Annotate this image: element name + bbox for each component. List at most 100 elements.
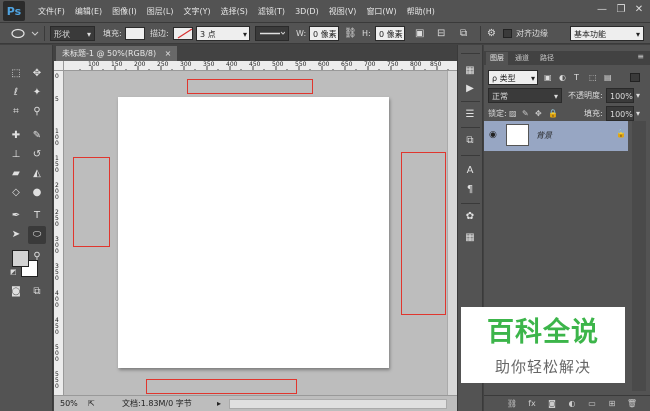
link-icon[interactable]: ⛓ bbox=[344, 26, 357, 41]
horizontal-scrollbar[interactable] bbox=[229, 399, 447, 409]
width-field[interactable]: 0 像素 bbox=[309, 26, 339, 41]
screen-mode-icon[interactable]: ⧉ bbox=[28, 283, 46, 301]
layer-style-icon[interactable]: fx bbox=[526, 398, 538, 410]
menu-help[interactable]: 帮助(H) bbox=[402, 6, 440, 17]
document-tab[interactable]: 未标题-1 @ 50%(RGB/8) × bbox=[56, 46, 178, 61]
type-tool-icon[interactable]: T bbox=[28, 207, 46, 225]
new-group-icon[interactable]: ▭ bbox=[586, 398, 598, 410]
menu-filter[interactable]: 滤镜(T) bbox=[253, 6, 290, 17]
fill-field[interactable]: 100% bbox=[606, 106, 634, 121]
blur-tool-icon[interactable]: ◇ bbox=[7, 184, 25, 202]
clone-stamp-tool-icon[interactable]: ⊥ bbox=[7, 146, 25, 164]
ellipse-tool-icon[interactable]: ⬭ bbox=[28, 226, 46, 244]
crop-tool-icon[interactable]: ⌗ bbox=[7, 103, 25, 121]
history-brush-tool-icon[interactable]: ↺ bbox=[28, 146, 46, 164]
status-menu-arrow-icon[interactable]: ▸ bbox=[217, 398, 221, 410]
tool-mode-select[interactable]: 形状 ▾ bbox=[50, 26, 95, 41]
vertical-ruler[interactable]: 0 5 1 0 0 1 5 0 2 0 0 2 5 0 3 0 0 3 5 0 … bbox=[54, 71, 64, 395]
align-edges-checkbox[interactable] bbox=[503, 29, 512, 38]
eye-icon[interactable]: ◉ bbox=[489, 130, 497, 140]
close-tab-icon[interactable]: × bbox=[165, 49, 172, 58]
delete-layer-icon[interactable]: 🗑 bbox=[626, 398, 638, 410]
lasso-tool-icon[interactable]: ℓ bbox=[7, 84, 25, 102]
restore-button[interactable]: ❐ bbox=[614, 3, 628, 17]
chevron-down-icon[interactable]: ▾ bbox=[636, 88, 640, 103]
stroke-type-select[interactable] bbox=[255, 26, 289, 41]
foreground-color-swatch[interactable] bbox=[12, 250, 29, 267]
new-layer-icon[interactable]: ⊞ bbox=[606, 398, 618, 410]
menu-window[interactable]: 窗口(W) bbox=[361, 6, 401, 17]
link-layers-icon[interactable]: ⛓ bbox=[506, 398, 518, 410]
pen-tool-icon[interactable]: ✒ bbox=[7, 207, 25, 225]
tab-layers[interactable]: 图层 bbox=[486, 52, 508, 65]
paragraph-panel-icon[interactable]: ¶ bbox=[462, 182, 478, 198]
layer-filter-kind-select[interactable]: ρ 类型 ▾ bbox=[488, 70, 538, 85]
quick-mask-icon[interactable]: ◙ bbox=[7, 283, 25, 301]
adjustment-layer-icon[interactable]: ◐ bbox=[566, 398, 578, 410]
filter-adjustment-icon[interactable]: ◐ bbox=[559, 70, 566, 85]
path-arrangement-icon[interactable]: ⧉ bbox=[460, 26, 467, 41]
dodge-tool-icon[interactable]: ● bbox=[28, 184, 46, 202]
chevron-down-icon[interactable]: ▾ bbox=[636, 106, 640, 121]
blend-mode-select[interactable]: 正常 ▾ bbox=[488, 88, 562, 103]
lock-position-icon[interactable]: ✥ bbox=[535, 106, 542, 121]
history-panel-icon[interactable]: ▦ bbox=[462, 63, 478, 79]
height-field[interactable]: 0 像素 bbox=[375, 26, 405, 41]
menu-view[interactable]: 视图(V) bbox=[324, 6, 362, 17]
paint-bucket-tool-icon[interactable]: ◭ bbox=[28, 165, 46, 183]
stroke-width-field[interactable]: 3 点 ▾ bbox=[196, 26, 250, 41]
clone-source-panel-icon[interactable]: ⧉ bbox=[462, 133, 478, 149]
vertical-scrollbar[interactable] bbox=[447, 71, 457, 395]
lock-transparent-icon[interactable]: ▨ bbox=[509, 106, 517, 121]
document-info: 文档:1.83M/0 字节 bbox=[122, 399, 192, 408]
stroke-swatch[interactable] bbox=[173, 27, 193, 40]
filter-shape-icon[interactable]: ⬚ bbox=[589, 70, 597, 85]
lock-image-icon[interactable]: ✎ bbox=[522, 106, 529, 121]
horizontal-ruler[interactable]: 100 150 200 250 300 350 400 450 500 550 … bbox=[64, 61, 457, 71]
menu-3d[interactable]: 3D(D) bbox=[290, 7, 324, 16]
filter-toggle[interactable] bbox=[630, 73, 640, 82]
document-canvas[interactable] bbox=[118, 97, 389, 368]
eraser-tool-icon[interactable]: ▰ bbox=[7, 165, 25, 183]
marquee-tool-icon[interactable]: ⬚ bbox=[7, 65, 25, 83]
share-icon[interactable]: ⇱ bbox=[88, 398, 95, 410]
grid-panel-icon[interactable]: ▦ bbox=[462, 230, 478, 246]
path-selection-tool-icon[interactable]: ➤ bbox=[7, 226, 25, 244]
filter-pixel-icon[interactable]: ▣ bbox=[544, 70, 552, 85]
lock-all-icon[interactable]: 🔒 bbox=[548, 106, 558, 121]
menu-layer[interactable]: 图层(L) bbox=[142, 6, 179, 17]
ruler-origin[interactable] bbox=[54, 61, 64, 71]
fill-swatch[interactable] bbox=[125, 27, 145, 40]
move-tool-icon[interactable]: ✥ bbox=[28, 65, 46, 83]
healing-brush-tool-icon[interactable]: ✚ bbox=[7, 127, 25, 145]
brush-tool-icon[interactable]: ✎ bbox=[28, 127, 46, 145]
add-mask-icon[interactable]: ◙ bbox=[546, 398, 558, 410]
minimize-button[interactable]: — bbox=[595, 3, 609, 17]
path-alignment-icon[interactable]: ⊟ bbox=[437, 26, 445, 41]
tool-preset-picker[interactable] bbox=[6, 26, 40, 41]
menu-edit[interactable]: 编辑(E) bbox=[70, 6, 107, 17]
path-operations-icon[interactable]: ▣ bbox=[415, 26, 424, 41]
swatches-panel-icon[interactable]: ✿ bbox=[462, 209, 478, 225]
panel-menu-icon[interactable]: ≡ bbox=[637, 52, 644, 61]
tab-paths[interactable]: 路径 bbox=[536, 52, 558, 65]
filter-type-icon[interactable]: T bbox=[574, 70, 579, 85]
menu-image[interactable]: 图像(I) bbox=[107, 6, 142, 17]
layers-scrollbar[interactable] bbox=[632, 121, 646, 391]
menu-file[interactable]: 文件(F) bbox=[33, 6, 70, 17]
layer-row-background[interactable]: ◉ 背景 🔒 bbox=[484, 121, 628, 151]
menu-select[interactable]: 选择(S) bbox=[216, 6, 253, 17]
gear-icon[interactable]: ⚙ bbox=[487, 26, 496, 41]
properties-panel-icon[interactable]: ☰ bbox=[462, 107, 478, 123]
actions-panel-icon[interactable]: ▶ bbox=[462, 81, 478, 97]
filter-smart-object-icon[interactable]: ▤ bbox=[604, 70, 612, 85]
tab-channels[interactable]: 通道 bbox=[511, 52, 533, 65]
character-panel-icon[interactable]: A bbox=[462, 163, 478, 179]
close-button[interactable]: ✕ bbox=[632, 3, 646, 17]
eyedropper-tool-icon[interactable]: ⚲ bbox=[28, 103, 46, 121]
opacity-field[interactable]: 100% bbox=[606, 88, 634, 103]
workspace-select[interactable]: 基本功能 ▾ bbox=[570, 26, 644, 41]
menu-type[interactable]: 文字(Y) bbox=[178, 6, 215, 17]
magic-wand-tool-icon[interactable]: ✦ bbox=[28, 84, 46, 102]
zoom-level[interactable]: 50% bbox=[60, 398, 78, 410]
